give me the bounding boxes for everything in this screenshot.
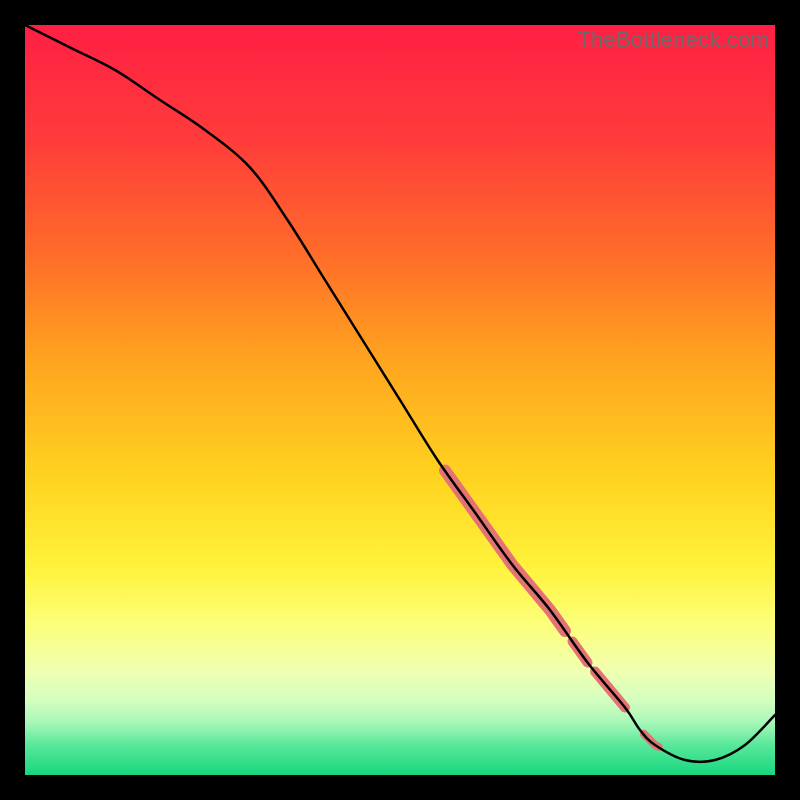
chart-frame: TheBottleneck.com (25, 25, 775, 775)
chart-svg (25, 25, 775, 775)
watermark-label: TheBottleneck.com (577, 27, 769, 53)
